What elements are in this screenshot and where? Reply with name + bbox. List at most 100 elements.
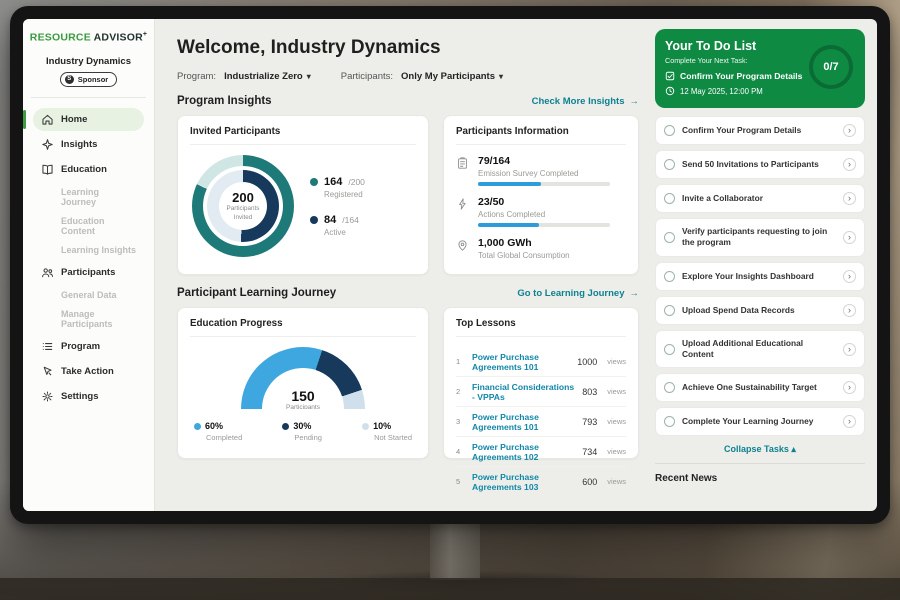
task-checkbox[interactable] — [664, 416, 675, 427]
legend-registered: 164 /200 Registered — [310, 176, 365, 199]
desk-edge — [0, 578, 900, 600]
task-item[interactable]: Send 50 Invitations to Participants › — [655, 150, 865, 179]
progress-bar — [478, 182, 610, 186]
card-title: Invited Participants — [190, 126, 416, 145]
dashboard-screen: RESOURCE ADVISOR+ Industry Dynamics S Sp… — [23, 19, 877, 511]
task-chevron-icon[interactable]: › — [843, 304, 856, 317]
sidebar-item-participants[interactable]: Participants — [33, 261, 144, 284]
card-title: Education Progress — [190, 318, 416, 337]
lesson-link[interactable]: Financial Considerations - VPPAs — [472, 382, 575, 402]
home-icon — [41, 113, 54, 126]
sidebar-item-insights[interactable]: Insights — [33, 133, 144, 156]
task-chevron-icon[interactable]: › — [843, 124, 856, 137]
legend-pending: 30% Pending — [282, 421, 322, 442]
nav-label: Settings — [61, 391, 98, 402]
sidebar-item-learning-journey[interactable]: Learning Journey — [33, 183, 144, 211]
sidebar-item-manage-participants[interactable]: Manage Participants — [33, 305, 144, 333]
task-item[interactable]: Verify participants requesting to join t… — [655, 218, 865, 257]
task-item[interactable]: Achieve One Sustainability Target › — [655, 373, 865, 402]
task-checkbox[interactable] — [664, 193, 675, 204]
sidebar-item-learning-insights[interactable]: Learning Insights — [33, 241, 144, 259]
section-title-learning-journey: Participant Learning Journey — [177, 287, 336, 299]
card-title: Participants Information — [456, 126, 626, 145]
arrow-right-icon: → — [630, 96, 640, 107]
todo-summary-card: Your To Do List Complete Your Next Task:… — [655, 29, 865, 108]
task-chevron-icon[interactable]: › — [843, 158, 856, 171]
task-chevron-icon[interactable]: › — [843, 415, 856, 428]
people-icon — [41, 266, 54, 279]
sidebar-nav: Home Insights Education Learning Journey… — [23, 108, 154, 408]
check-more-insights-link[interactable]: Check More Insights → — [532, 96, 639, 107]
nav-label: Home — [61, 114, 87, 125]
task-item[interactable]: Confirm Your Program Details › — [655, 116, 865, 145]
clock-icon — [665, 86, 675, 96]
monitor: RESOURCE ADVISOR+ Industry Dynamics S Sp… — [10, 6, 890, 524]
task-chevron-icon[interactable]: › — [843, 192, 856, 205]
lesson-row: 4 Power Purchase Agreements 102 734 view… — [456, 437, 626, 467]
lesson-link[interactable]: Power Purchase Agreements 103 — [472, 472, 575, 492]
sidebar-item-education[interactable]: Education — [33, 158, 144, 181]
lesson-link[interactable]: Power Purchase Agreements 101 — [472, 412, 575, 432]
education-progress-card: Education Progress 150 Participants — [177, 307, 429, 459]
task-item[interactable]: Invite a Collaborator › — [655, 184, 865, 213]
sidebar-item-program[interactable]: Program — [33, 335, 144, 358]
task-chevron-icon[interactable]: › — [843, 231, 856, 244]
info-row-actions: 23/50 Actions Completed — [456, 196, 626, 227]
education-gauge-chart: 150 Participants — [241, 347, 365, 409]
go-to-learning-journey-link[interactable]: Go to Learning Journey → — [517, 288, 639, 299]
page-title: Welcome, Industry Dynamics — [177, 37, 639, 59]
logo-primary: RESOURCE — [30, 32, 91, 44]
lesson-link[interactable]: Power Purchase Agreements 102 — [472, 442, 575, 462]
arrow-right-icon: → — [630, 288, 640, 299]
sidebar-item-settings[interactable]: Settings — [33, 385, 144, 408]
sidebar-item-take-action[interactable]: Take Action — [33, 360, 144, 383]
bolt-icon — [456, 197, 469, 211]
task-checkbox[interactable] — [664, 305, 675, 316]
task-checkbox[interactable] — [664, 125, 675, 136]
sidebar-item-general-data[interactable]: General Data — [33, 286, 144, 304]
participants-information-card: Participants Information 79/164 Emission… — [443, 115, 639, 275]
sidebar-item-home[interactable]: Home — [33, 108, 144, 131]
task-checkbox[interactable] — [664, 344, 675, 355]
task-checkbox[interactable] — [664, 159, 675, 170]
program-select-value: Industrialize Zero — [224, 71, 303, 82]
sponsor-icon: S — [65, 75, 74, 84]
progress-bar — [478, 223, 610, 227]
task-item[interactable]: Upload Additional Educational Content › — [655, 330, 865, 369]
logo-secondary: ADVISOR — [94, 32, 143, 44]
chevron-down-icon: ▾ — [499, 72, 503, 81]
collapse-tasks-link[interactable]: Collapse Tasks ▴ — [655, 444, 865, 455]
nav-label: Insights — [61, 139, 97, 150]
main-content: Welcome, Industry Dynamics Program: Indu… — [155, 19, 653, 511]
caret-up-icon: ▴ — [791, 444, 796, 454]
sponsor-label: Sponsor — [78, 75, 108, 84]
app-logo: RESOURCE ADVISOR+ — [23, 31, 154, 44]
task-item[interactable]: Complete Your Learning Journey › — [655, 407, 865, 436]
checkbox-icon — [665, 71, 675, 81]
legend-not-started: 10% Not Started — [362, 421, 412, 442]
task-item[interactable]: Explore Your Insights Dashboard › — [655, 262, 865, 291]
legend-completed: 60% Completed — [194, 421, 242, 442]
nav-label: Participants — [61, 267, 115, 278]
cursor-action-icon — [41, 365, 54, 378]
legend-dot — [282, 423, 289, 430]
task-checkbox[interactable] — [664, 382, 675, 393]
participants-select[interactable]: Only My Participants ▾ — [401, 71, 503, 82]
survey-icon — [456, 156, 469, 170]
task-chevron-icon[interactable]: › — [843, 343, 856, 356]
lesson-link[interactable]: Power Purchase Agreements 101 — [472, 352, 570, 372]
task-chevron-icon[interactable]: › — [843, 270, 856, 283]
participants-filter-label: Participants: — [341, 71, 393, 82]
sidebar-divider — [31, 97, 146, 98]
sidebar-item-education-content[interactable]: Education Content — [33, 212, 144, 240]
info-row-consumption: 1,000 GWh Total Global Consumption — [456, 237, 626, 264]
list-icon — [41, 340, 54, 353]
task-item[interactable]: Upload Spend Data Records › — [655, 296, 865, 325]
location-pin-icon — [456, 238, 469, 252]
task-checkbox[interactable] — [664, 271, 675, 282]
program-select[interactable]: Industrialize Zero ▾ — [224, 71, 311, 82]
task-chevron-icon[interactable]: › — [843, 381, 856, 394]
task-checkbox[interactable] — [664, 232, 675, 243]
top-lessons-card: Top Lessons 1 Power Purchase Agreements … — [443, 307, 639, 459]
gauge-center-value: 150 — [241, 388, 365, 404]
